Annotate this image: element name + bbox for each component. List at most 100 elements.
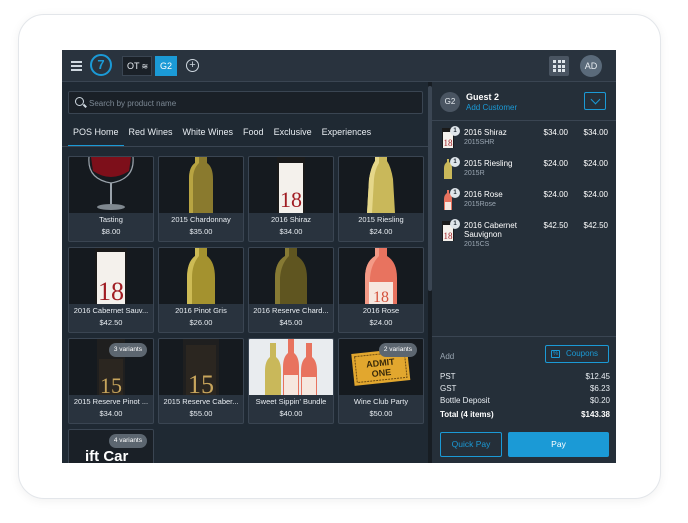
item-unit-price: $42.50 bbox=[543, 221, 568, 230]
variants-badge: 4 variants bbox=[108, 434, 147, 448]
summary-row-pst: PST $12.45 bbox=[440, 372, 610, 383]
user-avatar[interactable]: AD bbox=[580, 55, 602, 77]
svg-text:18: 18 bbox=[280, 187, 302, 212]
cart-divider bbox=[432, 120, 616, 121]
product-name: 2016 Cabernet Sauv... bbox=[73, 306, 149, 315]
product-name: Sweet Sippin' Bundle bbox=[255, 397, 327, 406]
add-customer-link[interactable]: Add Customer bbox=[466, 103, 517, 112]
add-tab-icon[interactable]: + bbox=[186, 59, 199, 72]
quick-pay-button[interactable]: Quick Pay bbox=[440, 432, 502, 457]
product-price: $8.00 bbox=[101, 227, 121, 236]
tab-food[interactable]: Food bbox=[238, 123, 269, 147]
item-total: $24.00 bbox=[583, 190, 608, 199]
product-name: 2016 Pinot Gris bbox=[175, 306, 227, 315]
total-value: $143.38 bbox=[581, 410, 610, 419]
svg-text:15: 15 bbox=[100, 373, 122, 395]
product-card[interactable]: 18 2016 Shiraz $34.00 bbox=[248, 156, 334, 242]
product-card[interactable]: 2016 Pinot Gris $26.00 bbox=[158, 247, 244, 333]
cart-line-item[interactable]: 18 1 2016 Cabernet Sauvignon 2015CS $42.… bbox=[432, 219, 616, 255]
coupons-label: Coupons bbox=[566, 349, 599, 358]
tab-exclusive[interactable]: Exclusive bbox=[269, 123, 317, 147]
summary-row-bottle-deposit: Bottle Deposit $0.20 bbox=[440, 396, 610, 407]
item-sku: 2015R bbox=[464, 170, 485, 177]
chevron-down-icon[interactable] bbox=[584, 92, 606, 110]
guest-avatar: G2 bbox=[440, 92, 460, 112]
svg-text:18: 18 bbox=[98, 277, 124, 304]
cart-line-item[interactable]: 18 1 2016 Shiraz 2015SHR $34.00 $34.00 bbox=[432, 126, 616, 156]
summary-value: $0.20 bbox=[589, 396, 610, 405]
quantity-badge: 1 bbox=[450, 188, 460, 198]
product-name: 2015 Riesling bbox=[358, 215, 404, 224]
wifi-icon: ≋ bbox=[141, 62, 149, 71]
product-card[interactable]: Tasting $8.00 bbox=[68, 156, 154, 242]
item-name: 2016 Shiraz bbox=[464, 128, 507, 137]
item-total: $34.00 bbox=[583, 128, 608, 137]
summary-value: $12.45 bbox=[585, 372, 610, 381]
summary-label: PST bbox=[440, 372, 456, 381]
quantity-badge: 1 bbox=[450, 157, 460, 167]
item-total: $24.00 bbox=[583, 159, 608, 168]
product-card[interactable]: 15 2015 Reserve Caber... $55.00 bbox=[158, 338, 244, 424]
tab-ot-label: OT bbox=[127, 61, 140, 71]
red-wine-bottle-icon: 18 bbox=[249, 157, 333, 213]
product-card[interactable]: Sweet Sippin' Bundle $40.00 bbox=[248, 338, 334, 424]
product-name: 2015 Chardonnay bbox=[171, 215, 231, 224]
product-card[interactable]: 2015 Chardonnay $35.00 bbox=[158, 156, 244, 242]
product-card[interactable]: 2016 Reserve Chard... $45.00 bbox=[248, 247, 334, 333]
product-card[interactable]: 18 2016 Cabernet Sauv... $42.50 bbox=[68, 247, 154, 333]
variants-badge: 2 variants bbox=[378, 343, 417, 357]
menu-icon[interactable] bbox=[71, 61, 82, 71]
tab-ot[interactable]: OT ≋ bbox=[122, 56, 152, 76]
product-card[interactable]: 15 3 variants 2015 Reserve Pinot ... $34… bbox=[68, 338, 154, 424]
item-unit-price: $24.00 bbox=[543, 159, 568, 168]
cart-line-item[interactable]: 1 2015 Riesling 2015R $24.00 $24.00 bbox=[432, 157, 616, 187]
tab-white-wines[interactable]: White Wines bbox=[178, 123, 239, 147]
summary-row-gst: GST $6.23 bbox=[440, 384, 610, 395]
item-sku: 2015CS bbox=[464, 241, 490, 248]
tab-g2[interactable]: G2 bbox=[155, 56, 177, 76]
product-card[interactable]: ift Car 4 variants bbox=[68, 429, 154, 463]
search-icon bbox=[75, 97, 84, 106]
item-unit-price: $34.00 bbox=[543, 128, 568, 137]
product-name: Wine Club Party bbox=[353, 397, 409, 406]
item-sku: 2015Rose bbox=[464, 201, 496, 208]
product-card[interactable]: 2015 Riesling $24.00 bbox=[338, 156, 424, 242]
product-name: 2016 Reserve Chard... bbox=[253, 306, 329, 315]
pos-app: 7 OT≋ G2 + AD POS Home Red Wines White W… bbox=[62, 50, 616, 463]
product-price: $24.00 bbox=[369, 318, 393, 327]
app-logo: 7 bbox=[90, 54, 112, 76]
search-input[interactable] bbox=[89, 95, 409, 111]
product-price: $40.00 bbox=[279, 409, 303, 418]
product-price: $24.00 bbox=[369, 227, 393, 236]
item-name: 2016 Rose bbox=[464, 190, 503, 199]
product-price: $35.00 bbox=[189, 227, 213, 236]
red-wine-bottle-icon: 18 bbox=[69, 248, 153, 304]
summary-label: GST bbox=[440, 384, 457, 393]
coupons-button[interactable]: % Coupons bbox=[545, 345, 609, 363]
cart-panel: G2 Guest 2 Add Customer 18 1 2016 Shiraz… bbox=[432, 82, 616, 463]
total-label: Total (4 items) bbox=[440, 410, 494, 419]
tab-experiences[interactable]: Experiences bbox=[317, 123, 377, 147]
svg-text:18: 18 bbox=[373, 289, 389, 304]
search-bar[interactable] bbox=[68, 91, 423, 114]
red-wine-glass-icon bbox=[69, 157, 153, 213]
apps-grid-icon[interactable] bbox=[549, 56, 569, 76]
svg-text:15: 15 bbox=[188, 370, 214, 395]
pay-button[interactable]: Pay bbox=[508, 432, 609, 457]
product-grid: Tasting $8.00 2015 Chardonnay $35.00 18 … bbox=[68, 156, 424, 463]
item-total: $42.50 bbox=[583, 221, 608, 230]
add-label[interactable]: Add bbox=[440, 352, 454, 361]
tab-red-wines[interactable]: Red Wines bbox=[124, 123, 178, 147]
svg-text:ONE: ONE bbox=[371, 367, 391, 379]
item-name: 2015 Riesling bbox=[464, 159, 513, 168]
product-card[interactable]: 18 2016 Rose $24.00 bbox=[338, 247, 424, 333]
product-name: 2015 Reserve Caber... bbox=[163, 397, 239, 406]
cart-line-item[interactable]: 1 2016 Rose 2015Rose $24.00 $24.00 bbox=[432, 188, 616, 218]
tab-pos-home[interactable]: POS Home bbox=[68, 123, 124, 147]
product-name: 2016 Shiraz bbox=[270, 215, 312, 224]
summary-divider bbox=[432, 336, 616, 337]
product-price: $34.00 bbox=[279, 227, 303, 236]
product-price: $34.00 bbox=[99, 409, 123, 418]
summary-value: $6.23 bbox=[589, 384, 610, 393]
product-card[interactable]: ADMIT ONE 2 variants Wine Club Party $50… bbox=[338, 338, 424, 424]
